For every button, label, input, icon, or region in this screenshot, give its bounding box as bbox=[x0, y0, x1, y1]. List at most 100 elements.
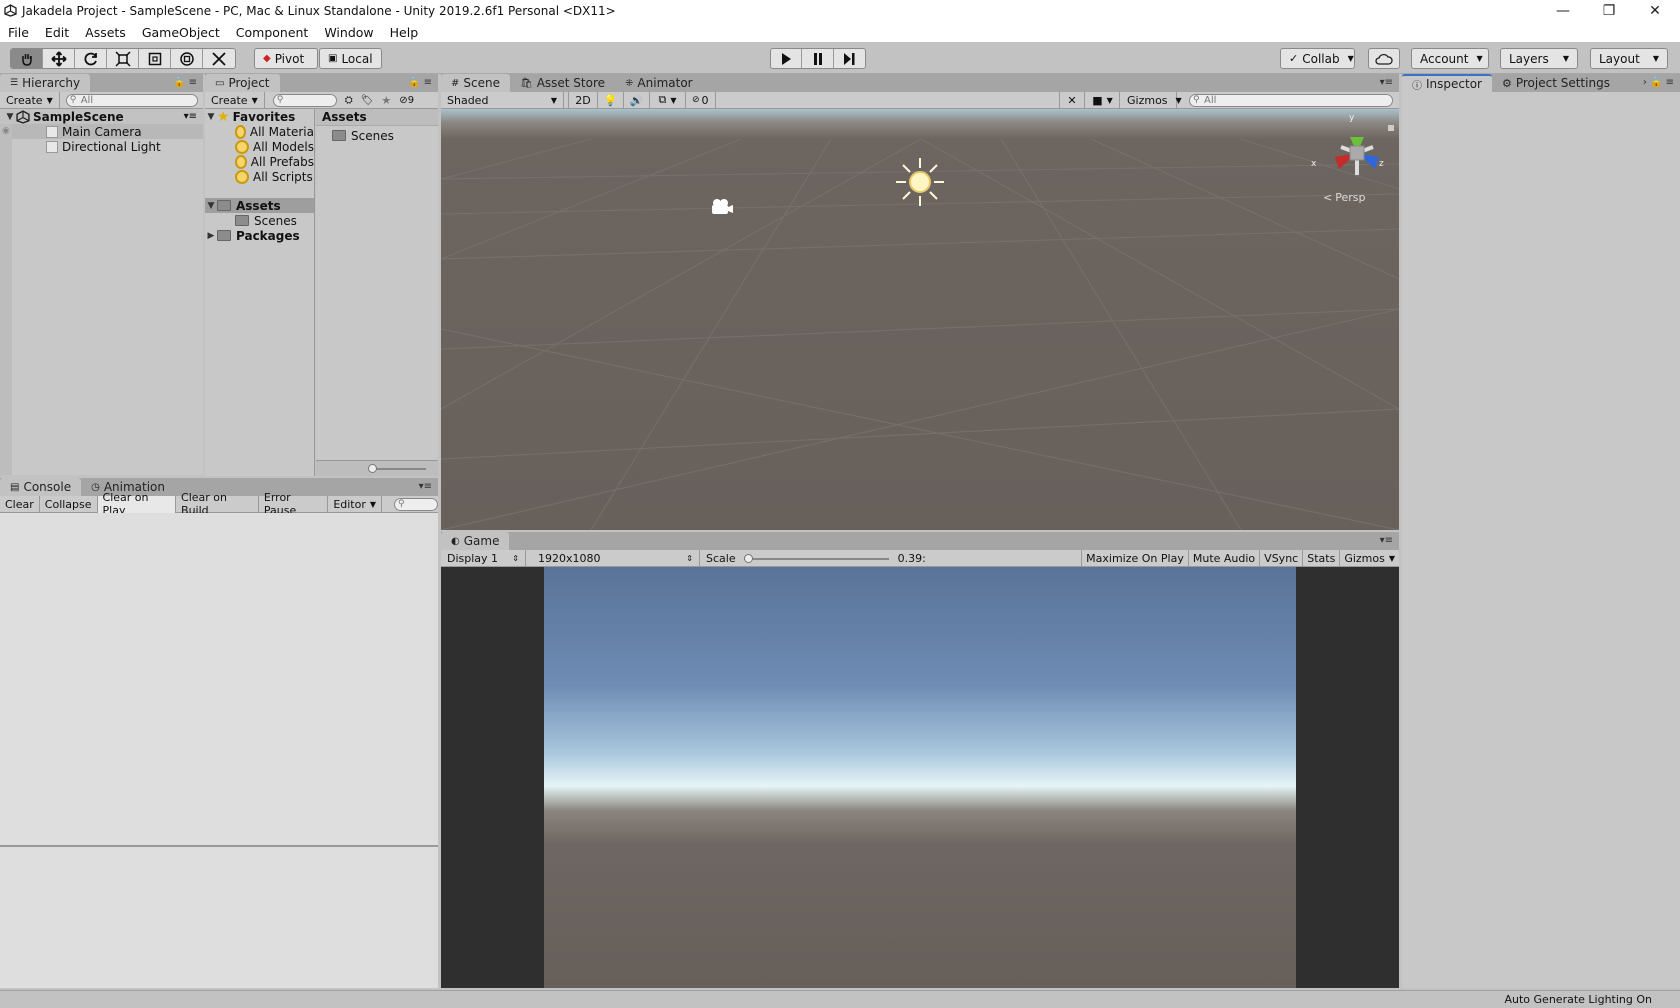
scale-slider-handle[interactable] bbox=[743, 553, 753, 563]
scale-tool-button[interactable] bbox=[107, 49, 139, 68]
audio-toggle[interactable]: 🔊 bbox=[624, 91, 650, 109]
custom-tool-button[interactable] bbox=[203, 49, 235, 68]
directional-light-gizmo-icon[interactable] bbox=[894, 156, 946, 208]
move-tool-button[interactable] bbox=[43, 49, 75, 68]
collapse-button[interactable]: Collapse bbox=[40, 495, 98, 513]
clear-on-build-button[interactable]: Clear on Build bbox=[176, 491, 259, 517]
panel-lock-menu-icon[interactable]: 🔒 ≡ bbox=[408, 77, 432, 88]
resolution-dropdown[interactable]: 1920x1080 ⇕ bbox=[532, 549, 700, 567]
scale-slider-track[interactable] bbox=[743, 557, 889, 560]
hand-tool-button[interactable] bbox=[11, 49, 43, 68]
close-button[interactable]: ✕ bbox=[1632, 0, 1678, 22]
tab-project-settings[interactable]: ⚙ Project Settings bbox=[1492, 74, 1620, 92]
tab-game[interactable]: ◐ Game bbox=[441, 532, 510, 550]
tab-inspector[interactable]: ⓘ Inspector bbox=[1402, 74, 1492, 92]
tab-project[interactable]: ▭ Project bbox=[205, 74, 280, 92]
expand-arrow-icon[interactable]: ▼ bbox=[205, 201, 217, 211]
hidden-packages-icon[interactable]: ⊘ bbox=[399, 95, 407, 106]
panel-menu-icon[interactable]: ▾≡ bbox=[1380, 535, 1393, 546]
clear-button[interactable]: Clear bbox=[0, 495, 40, 513]
panel-menu-icon[interactable]: ▾≡ bbox=[419, 481, 432, 492]
scene-menu-icon[interactable]: ▾≡ bbox=[184, 111, 197, 122]
error-pause-button[interactable]: Error Pause bbox=[259, 491, 329, 517]
layout-dropdown[interactable]: Layout ▼ bbox=[1590, 48, 1668, 69]
gizmos-dropdown[interactable]: Gizmos ▼ bbox=[1121, 91, 1182, 109]
tab-console[interactable]: ▤ Console bbox=[0, 478, 82, 496]
rotate-tool-button[interactable] bbox=[75, 49, 107, 68]
expand-arrow-icon[interactable]: ▼ bbox=[205, 112, 217, 122]
favorite-item[interactable]: All Scripts bbox=[205, 169, 314, 184]
display-dropdown[interactable]: Display 1 ⇕ bbox=[441, 549, 526, 567]
camera-gizmo-icon[interactable] bbox=[709, 197, 735, 217]
hierarchy-search-input[interactable]: ⚲ All bbox=[65, 93, 198, 107]
favorite-item[interactable]: All Materia bbox=[205, 124, 314, 139]
restore-button[interactable]: ❐ bbox=[1586, 0, 1632, 22]
project-create-dropdown[interactable]: Create ▼ bbox=[205, 91, 265, 109]
scene-tools-toggle[interactable]: ✕ bbox=[1059, 91, 1085, 109]
2d-toggle[interactable]: 2D bbox=[568, 91, 598, 109]
tab-hierarchy[interactable]: ☰ Hierarchy bbox=[0, 74, 91, 92]
icon-size-slider-handle[interactable] bbox=[368, 464, 377, 473]
expand-arrow-icon[interactable]: ▶ bbox=[205, 231, 217, 241]
filter-by-type-icon[interactable]: ⛭ bbox=[345, 95, 353, 106]
shading-mode-dropdown[interactable]: Shaded ▼ bbox=[441, 91, 564, 109]
maximize-on-play-toggle[interactable]: Maximize On Play bbox=[1081, 550, 1188, 567]
camera-dropdown[interactable]: ■ ▼ bbox=[1086, 91, 1120, 109]
packages-folder-row[interactable]: ▶ Packages bbox=[205, 228, 314, 243]
hidden-objects-toggle[interactable]: ⊘ 0 bbox=[686, 91, 716, 109]
eye-icon[interactable]: ◉ bbox=[2, 126, 10, 136]
tab-scene[interactable]: # Scene bbox=[441, 74, 510, 92]
icon-size-slider-track[interactable] bbox=[370, 468, 426, 470]
collab-dropdown[interactable]: ✓ Collab ▼ bbox=[1280, 48, 1355, 69]
effects-dropdown[interactable]: ⧉ ▼ bbox=[650, 91, 686, 109]
menu-file[interactable]: File bbox=[0, 25, 37, 40]
panel-menu-icon[interactable]: ▾≡ bbox=[1380, 77, 1393, 88]
panel-lock-menu-icon[interactable]: 🔒 ≡ bbox=[173, 77, 197, 88]
filter-by-label-icon[interactable]: 🏷 bbox=[361, 95, 374, 106]
projection-toggle[interactable]: < Persp bbox=[1323, 191, 1365, 204]
scene-search-input[interactable]: ⚲ All bbox=[1189, 94, 1393, 107]
account-dropdown[interactable]: Account ▼ bbox=[1411, 48, 1489, 69]
favorite-item[interactable]: All Prefabs bbox=[205, 154, 314, 169]
menu-gameobject[interactable]: GameObject bbox=[134, 25, 228, 40]
assets-folder-row[interactable]: ▼ Assets bbox=[205, 198, 314, 213]
favorite-item[interactable]: All Models bbox=[205, 139, 314, 154]
stats-toggle[interactable]: Stats bbox=[1302, 550, 1339, 567]
cloud-button[interactable] bbox=[1368, 48, 1400, 69]
menu-assets[interactable]: Assets bbox=[77, 25, 134, 40]
transform-tool-button[interactable] bbox=[171, 49, 203, 68]
scale-slider[interactable] bbox=[743, 550, 894, 567]
layers-dropdown[interactable]: Layers ▼ bbox=[1500, 48, 1578, 69]
game-render-view[interactable] bbox=[544, 567, 1296, 988]
tab-asset-store[interactable]: 🛍 Asset Store bbox=[510, 74, 615, 92]
console-search-input[interactable]: ⚲ bbox=[394, 497, 438, 511]
game-gizmos-dropdown[interactable]: Gizmos ▼ bbox=[1339, 550, 1399, 567]
favorite-star-icon[interactable]: ★ bbox=[381, 94, 391, 107]
menu-window[interactable]: Window bbox=[316, 25, 381, 40]
menu-component[interactable]: Component bbox=[228, 25, 317, 40]
scene-row[interactable]: ▼ SampleScene ▾≡ bbox=[0, 109, 203, 124]
scenes-folder-row[interactable]: Scenes bbox=[205, 213, 314, 228]
editor-dropdown[interactable]: Editor ▼ bbox=[328, 495, 383, 513]
step-button[interactable] bbox=[834, 49, 865, 68]
menu-edit[interactable]: Edit bbox=[37, 25, 77, 40]
hierarchy-item-main-camera[interactable]: Main Camera bbox=[0, 124, 203, 139]
lighting-toggle[interactable]: 💡 bbox=[598, 91, 624, 109]
pivot-toggle[interactable]: ◆ Pivot bbox=[254, 48, 318, 69]
orientation-gizmo[interactable] bbox=[1317, 117, 1397, 187]
rect-tool-button[interactable] bbox=[139, 49, 171, 68]
vsync-toggle[interactable]: VSync bbox=[1259, 550, 1302, 567]
project-search-input[interactable]: ⚲ bbox=[272, 93, 337, 107]
local-toggle[interactable]: ▣ Local bbox=[319, 48, 382, 69]
tab-animator[interactable]: ⁜ Animator bbox=[615, 74, 703, 92]
content-item-scenes[interactable]: Scenes bbox=[316, 128, 438, 143]
menu-help[interactable]: Help bbox=[382, 25, 427, 40]
hierarchy-create-dropdown[interactable]: Create ▼ bbox=[0, 91, 60, 109]
minimize-button[interactable]: — bbox=[1540, 0, 1586, 22]
expand-arrow-icon[interactable]: ▼ bbox=[4, 112, 16, 122]
hierarchy-item-directional-light[interactable]: Directional Light bbox=[0, 139, 203, 154]
panel-lock-menu-icon[interactable]: › 🔒 ≡ bbox=[1643, 77, 1674, 88]
favorites-row[interactable]: ▼ ★ Favorites bbox=[205, 109, 314, 125]
play-button[interactable] bbox=[771, 49, 803, 68]
mute-audio-toggle[interactable]: Mute Audio bbox=[1187, 550, 1259, 567]
